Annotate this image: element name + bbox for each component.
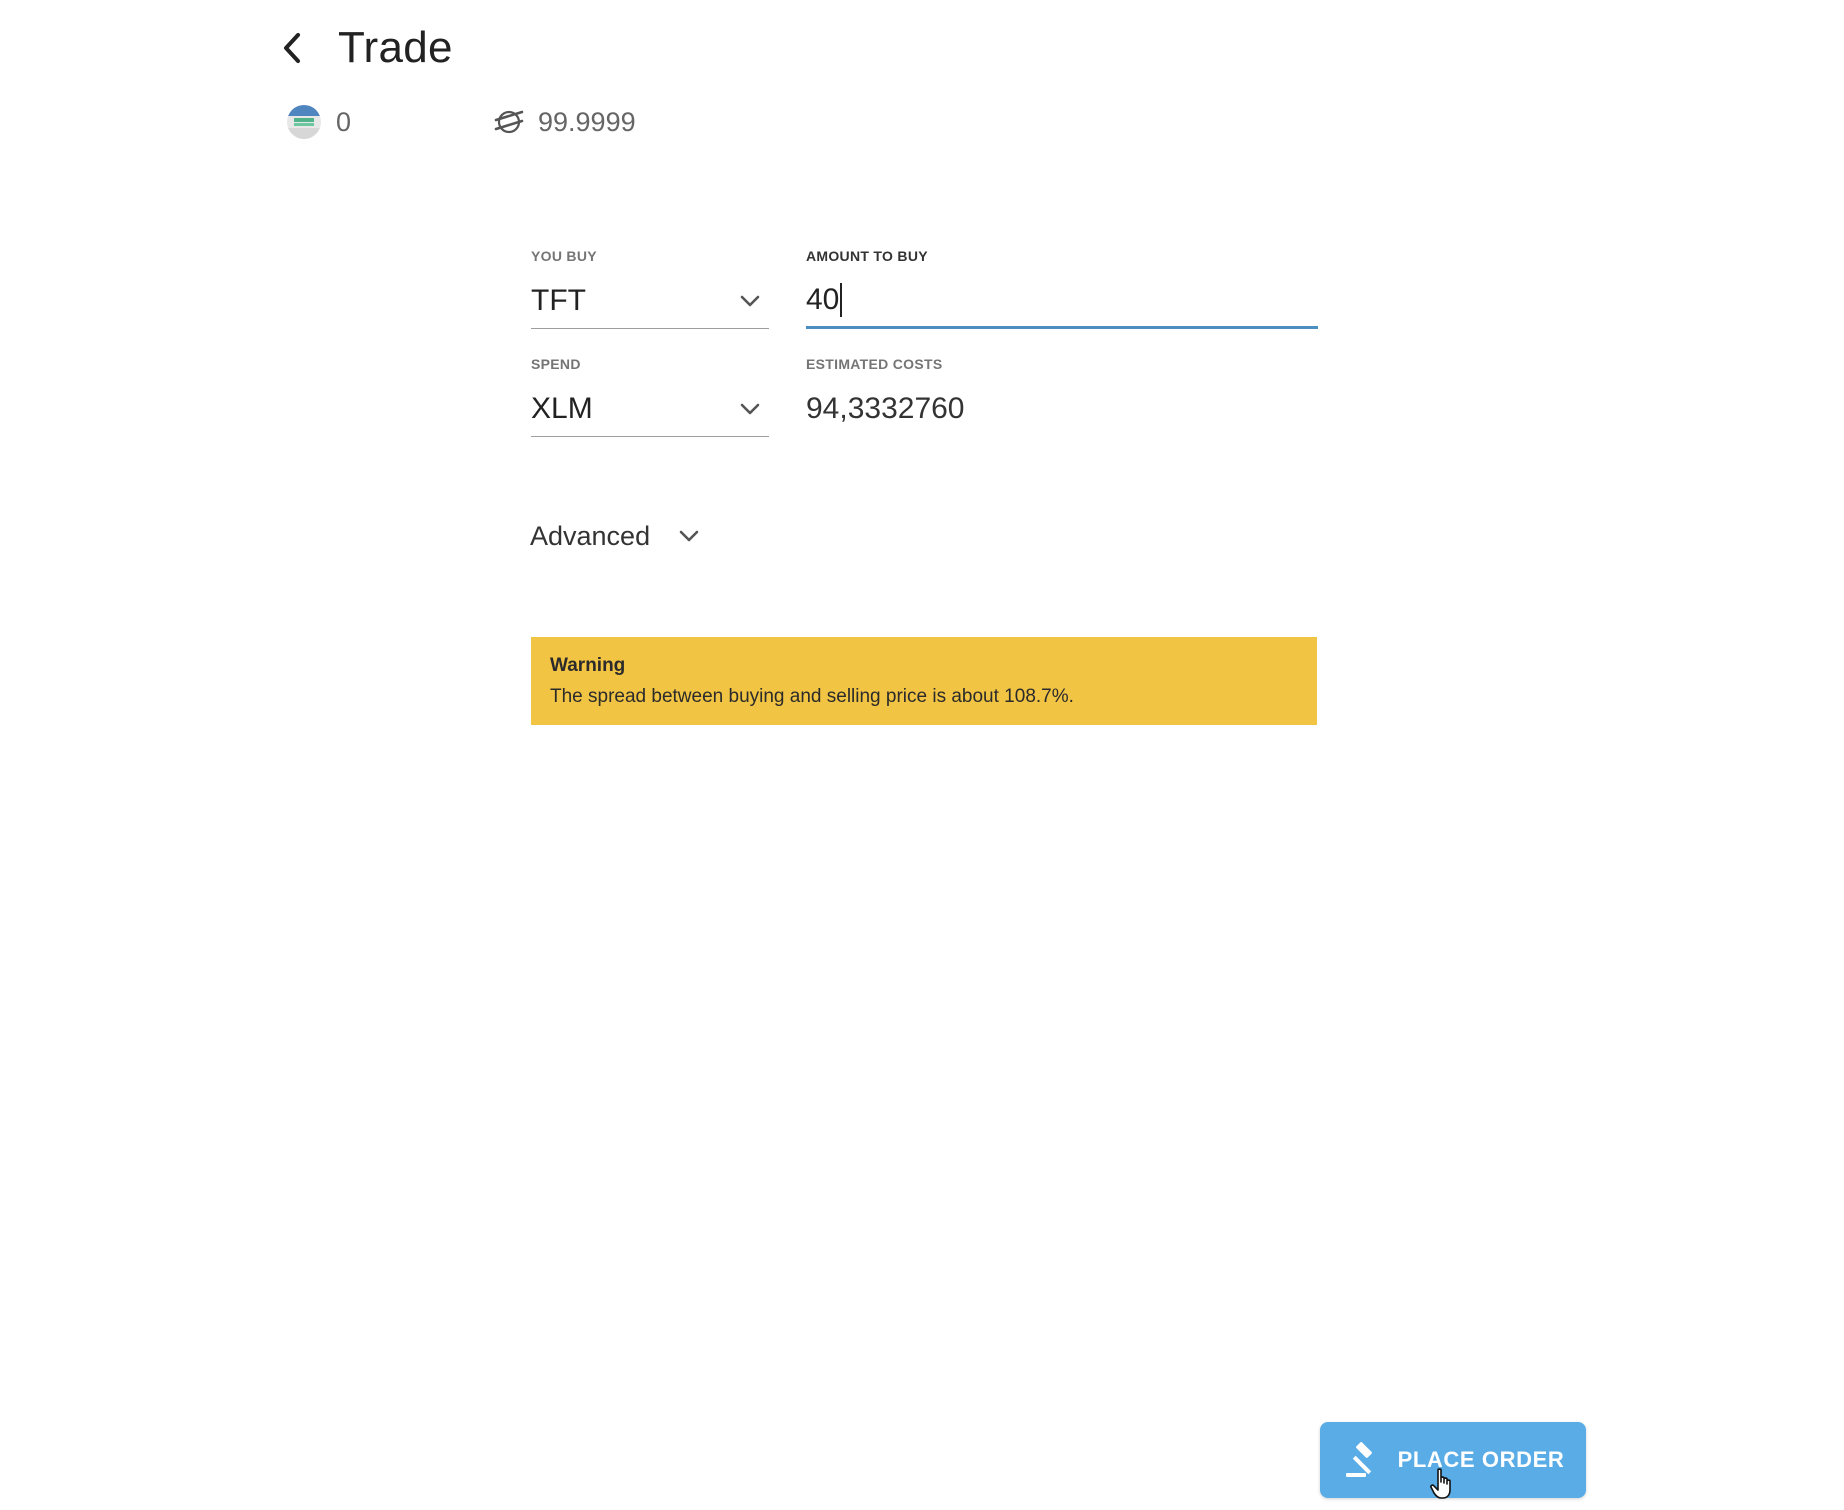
you-buy-field: YOU BUY TFT [531,248,769,330]
spend-label: SPEND [531,356,581,372]
you-buy-value: TFT [531,284,586,317]
hand-cursor-icon [1430,1468,1451,1499]
warning-title: Warning [550,655,626,676]
advanced-toggle[interactable]: Advanced [530,516,700,556]
balance-tft-value: 0 [336,106,352,137]
you-buy-select[interactable]: TFT [531,274,769,329]
estimated-costs-label: ESTIMATED COSTS [806,356,943,372]
page-title: Trade [338,23,453,72]
page-header: Trade [272,22,453,74]
estimated-costs-value: 94,3332760 [806,392,965,425]
spend-value: XLM [531,392,593,425]
warning-text: The spread between buying and selling pr… [550,686,1074,707]
advanced-label: Advanced [530,520,651,551]
chevron-down-icon [740,295,760,307]
balance-tft: 0 [286,104,351,140]
spend-select[interactable]: XLM [531,382,769,437]
gavel-icon [1345,1442,1372,1477]
balance-xlm: 99.9999 [494,102,636,142]
spend-field: SPEND XLM [531,356,769,438]
amount-to-buy-field: AMOUNT TO BUY 40 [806,248,1318,330]
estimated-costs-field: ESTIMATED COSTS 94,3332760 [806,356,1318,438]
amount-to-buy-input[interactable]: 40 [806,274,1318,329]
amount-to-buy-value: 40 [806,283,840,316]
stellar-lumens-icon [494,110,524,134]
you-buy-label: YOU BUY [531,248,597,264]
chevron-down-icon [679,530,699,542]
place-order-label: PLACE ORDER [1397,1447,1565,1472]
tft-token-icon [287,105,321,139]
warning-banner: Warning The spread between buying and se… [531,637,1317,725]
text-caret [840,283,843,317]
back-button[interactable] [272,28,312,68]
balances-bar: 0 99.9999 [286,102,636,142]
amount-to-buy-label: AMOUNT TO BUY [806,248,928,264]
chevron-left-icon [284,33,300,63]
balance-xlm-value: 99.9999 [538,106,636,137]
chevron-down-icon [740,403,760,415]
